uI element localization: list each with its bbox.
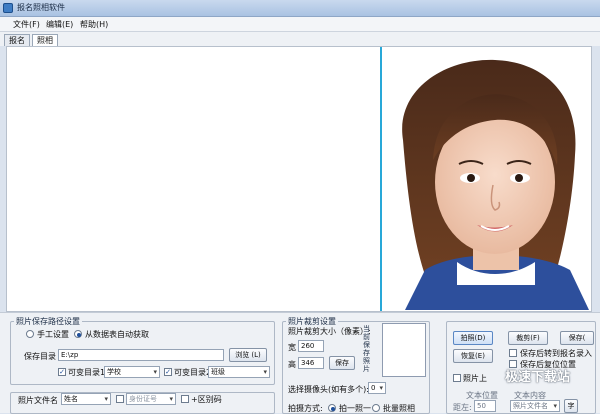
portrait-image [385, 50, 589, 310]
crop-button[interactable]: 裁剪(F) [508, 331, 548, 345]
suffix-label: +区别码 [191, 395, 222, 404]
text-position-input[interactable]: 50 [474, 400, 496, 412]
path-settings-legend: 照片保存路径设置 [14, 316, 82, 327]
id-field-select[interactable]: 身份证号 [126, 393, 176, 405]
save-dir-input[interactable]: E:\zp [58, 349, 224, 361]
width-input[interactable]: 260 [298, 340, 324, 352]
menu-file[interactable]: 文件(F) [10, 18, 43, 31]
turn-to-entry-checkbox[interactable] [509, 349, 517, 357]
height-input[interactable]: 346 [298, 357, 324, 369]
menu-edit[interactable]: 编辑(E) [43, 18, 76, 31]
crop-save-button[interactable]: 保存 [329, 356, 355, 370]
mode-batch-radio[interactable] [372, 404, 380, 412]
var-dir1-select[interactable]: 学校 [104, 366, 160, 378]
suffix-checkbox[interactable] [181, 395, 189, 403]
capture-mode-label: 拍摄方式: [288, 404, 323, 413]
filename-field-select[interactable]: 姓名 [61, 393, 111, 405]
height-label: 高 [288, 360, 296, 369]
mode-batch-label: 批量照相 [383, 404, 415, 413]
radio-auto[interactable] [74, 330, 82, 338]
var-dir2-select[interactable]: 班级 [208, 366, 270, 378]
menu-help[interactable]: 帮助(H) [77, 18, 111, 31]
radio-manual-label: 手工设置 [37, 330, 69, 339]
tab-strip: 报名 照相 [0, 32, 600, 47]
title-bar: 报名照相软件 [0, 0, 600, 17]
crop-guide-line [380, 47, 382, 311]
turn-to-entry-label: 保存后转到报名录入 [520, 349, 592, 358]
photo-text-label: 照片上 [463, 374, 487, 383]
text-offset-prefix: 距左: [453, 403, 472, 412]
app-icon [3, 3, 13, 13]
radio-auto-label: 从数据表自动获取 [85, 330, 149, 339]
var-dir1-checkbox[interactable]: ✓ [58, 368, 66, 376]
menu-bar: 文件(F) 编辑(E) 帮助(H) [0, 17, 600, 32]
saved-photo-preview [382, 323, 426, 377]
text-content-select[interactable]: 照片文件名 [510, 400, 560, 412]
tab-register[interactable]: 报名 [4, 34, 30, 46]
var-dir2-checkbox[interactable]: ✓ [164, 368, 172, 376]
filename-label: 照片文件名 [18, 396, 58, 405]
save-dir-label: 保存目录 [24, 352, 56, 361]
photo-text-checkbox[interactable] [453, 374, 461, 382]
var-dir2-label: 可变目录2 [174, 368, 212, 377]
id-checkbox[interactable] [116, 395, 124, 403]
portrait-photo [385, 50, 589, 310]
browse-button[interactable]: 浏览 (L) [229, 348, 267, 362]
text-style-button[interactable]: 字 [564, 399, 578, 413]
save-photo-button[interactable]: 保存( [560, 331, 594, 345]
radio-manual[interactable] [26, 330, 34, 338]
width-label: 宽 [288, 343, 296, 352]
mode-single-label: 拍一照一 [339, 404, 371, 413]
control-panel: 照片保存路径设置 手工设置 从数据表自动获取 保存目录 E:\zp 浏览 (L)… [0, 312, 600, 414]
restore-button[interactable]: 恢复(E) [453, 349, 493, 363]
var-dir1-label: 可变目录1 [68, 368, 106, 377]
crop-size-label: 照片裁剪大小（像素）: [288, 327, 371, 336]
watermark-logo: 极速下载站 [505, 370, 571, 385]
camera-select[interactable]: 0 [368, 382, 386, 394]
camera-label: 选择摄像头(如有多个): [288, 385, 369, 394]
window-title: 报名照相软件 [17, 3, 65, 12]
current-photo-label: 当前保存照片 [363, 325, 370, 373]
mode-single-radio[interactable] [328, 404, 336, 412]
shoot-button[interactable]: 拍照(D) [453, 331, 493, 345]
